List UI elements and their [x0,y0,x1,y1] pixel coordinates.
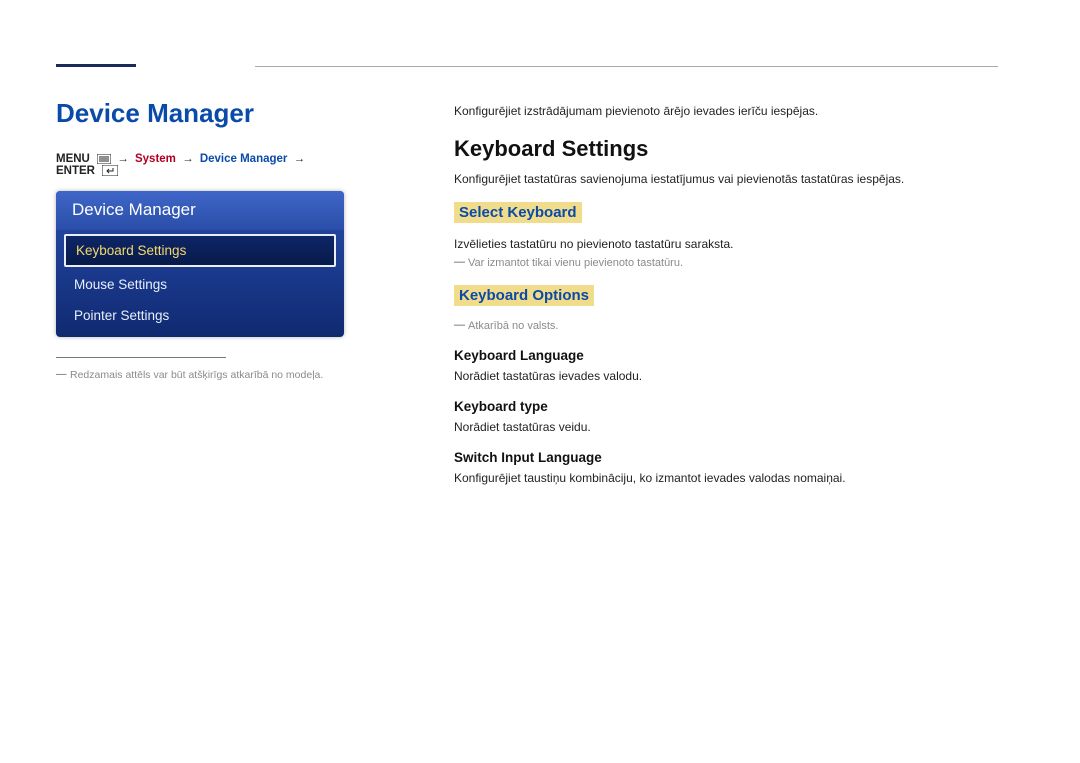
desc-keyboard-language: Norādiet tastatūras ievades valodu. [454,369,998,383]
page-title: Device Manager [56,98,346,129]
crumb-enter: ENTER [56,165,95,177]
heading-keyboard-type: Keyboard type [454,399,998,414]
heading-keyboard-settings: Keyboard Settings [454,136,998,162]
panel-item-mouse-settings[interactable]: Mouse Settings [56,269,344,300]
header-divider [255,66,998,67]
panel-item-keyboard-settings[interactable]: Keyboard Settings [64,234,336,267]
arrow-icon: → [117,153,129,165]
heading-switch-input-language: Switch Input Language [454,450,998,465]
intro-text: Konfigurējiet izstrādājumam pievienoto ā… [454,104,998,118]
arrow-icon: → [182,153,194,165]
crumb-device-manager: Device Manager [200,153,288,165]
desc-select-keyboard: Izvēlieties tastatūru no pievienoto tast… [454,237,998,251]
desc-keyboard-type: Norādiet tastatūras veidu. [454,420,998,434]
breadcrumb: MENU → System → Device Manager → ENTER [56,153,346,177]
heading-keyboard-options: Keyboard Options [454,285,594,306]
crumb-menu: MENU [56,153,90,165]
heading-select-keyboard: Select Keyboard [454,202,582,223]
arrow-icon: → [294,153,306,165]
desc-keyboard-settings: Konfigurējiet tastatūras savienojuma ies… [454,172,998,186]
desc-switch-input-language: Konfigurējiet taustiņu kombināciju, ko i… [454,471,998,485]
menu-icon [97,154,111,164]
panel-item-pointer-settings[interactable]: Pointer Settings [56,300,344,331]
crumb-system: System [135,153,176,165]
note-select-keyboard: Var izmantot tikai vienu pievienoto tast… [454,257,998,269]
left-footnote: Redzamais attēls var būt atšķirīgs atkar… [56,368,346,384]
header-accent-bar [56,64,136,67]
panel-spacer [56,331,344,337]
device-manager-panel: Device Manager Keyboard Settings Mouse S… [56,191,344,337]
footnote-divider [56,357,226,358]
heading-keyboard-language: Keyboard Language [454,348,998,363]
left-column: Device Manager MENU → System → Device Ma… [56,98,346,384]
note-keyboard-options: Atkarībā no valsts. [454,320,998,332]
enter-icon [102,165,118,176]
right-column: Konfigurējiet izstrādājumam pievienoto ā… [454,104,998,501]
panel-header: Device Manager [56,191,344,230]
